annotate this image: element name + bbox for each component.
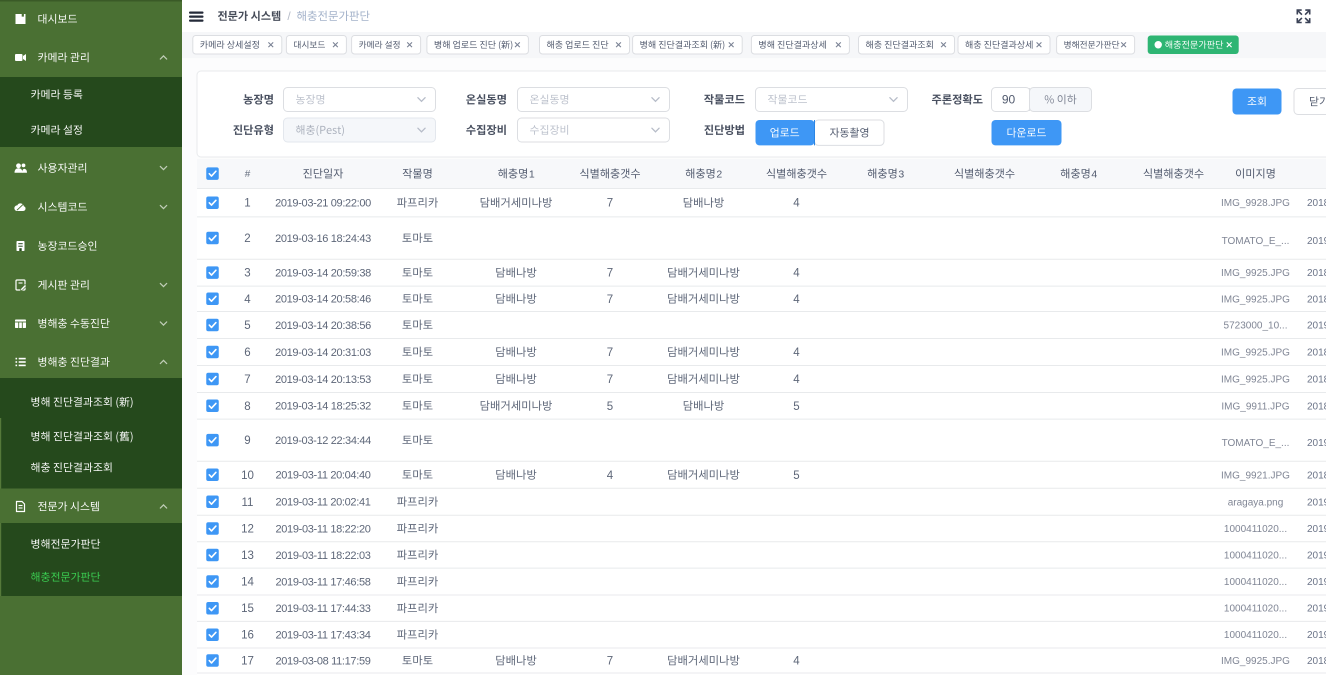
svg-text:2019: 2019 <box>1307 438 1326 449</box>
svg-text:2019: 2019 <box>1307 524 1326 535</box>
svg-text:IMG_9925.JPG: IMG_9925.JPG <box>1221 268 1290 279</box>
svg-text:5: 5 <box>793 470 799 482</box>
svg-text:4: 4 <box>1091 168 1097 180</box>
svg-text:2018: 2018 <box>1307 294 1326 305</box>
svg-text:IMG_9921.JPG: IMG_9921.JPG <box>1221 470 1290 481</box>
svg-text:2019-03-14 20:38:56: 2019-03-14 20:38:56 <box>275 320 371 332</box>
svg-text:4: 4 <box>793 374 800 386</box>
svg-text:2019: 2019 <box>1307 497 1326 508</box>
svg-text:1000411020...: 1000411020... <box>1224 630 1287 641</box>
svg-text:2018: 2018 <box>1307 401 1326 412</box>
svg-text:2019-03-14 20:13:53: 2019-03-14 20:13:53 <box>275 374 371 386</box>
svg-text:2019: 2019 <box>1307 630 1326 641</box>
svg-text:1000411020...: 1000411020... <box>1224 524 1287 535</box>
svg-text:1000411020...: 1000411020... <box>1224 577 1287 588</box>
svg-text:3: 3 <box>898 168 904 180</box>
svg-text:7: 7 <box>607 656 613 668</box>
svg-text:2019-03-11 17:46:58: 2019-03-11 17:46:58 <box>275 576 370 588</box>
svg-text:2018: 2018 <box>1307 268 1326 279</box>
svg-text:10: 10 <box>241 470 254 482</box>
svg-text:IMG_9925.JPG: IMG_9925.JPG <box>1221 375 1290 386</box>
svg-text:2019-03-21 09:22:00: 2019-03-21 09:22:00 <box>275 198 371 210</box>
svg-text:2019: 2019 <box>1307 604 1326 615</box>
svg-text:16: 16 <box>241 630 254 642</box>
svg-text:aragaya.png: aragaya.png <box>1228 497 1284 508</box>
svg-text:4: 4 <box>607 470 614 482</box>
svg-text:TOMATO_E_...: TOMATO_E_... <box>1222 236 1290 247</box>
svg-text:IMG_9928.JPG: IMG_9928.JPG <box>1221 198 1290 209</box>
svg-text:1000411020...: 1000411020... <box>1224 551 1287 562</box>
svg-text:2019-03-14 18:25:32: 2019-03-14 18:25:32 <box>275 401 371 413</box>
svg-text:2019-03-11 18:22:20: 2019-03-11 18:22:20 <box>275 523 370 535</box>
svg-text:2018: 2018 <box>1307 470 1326 481</box>
svg-text:7: 7 <box>607 347 613 359</box>
svg-text:4: 4 <box>793 294 800 306</box>
svg-text:11: 11 <box>242 497 254 509</box>
svg-text:2019: 2019 <box>1307 577 1326 588</box>
svg-text:2: 2 <box>244 233 250 245</box>
svg-text:7: 7 <box>607 374 613 386</box>
svg-text:2019-03-14 20:59:38: 2019-03-14 20:59:38 <box>275 268 371 280</box>
svg-text:13: 13 <box>241 550 254 562</box>
svg-text:4: 4 <box>793 656 800 668</box>
svg-text:9: 9 <box>244 435 250 447</box>
svg-text:3: 3 <box>244 268 250 280</box>
svg-text:1000411020...: 1000411020... <box>1224 604 1287 615</box>
svg-text:2019-03-11 17:43:34: 2019-03-11 17:43:34 <box>275 630 370 642</box>
svg-text:5: 5 <box>244 320 250 332</box>
svg-text:2019: 2019 <box>1307 551 1326 562</box>
svg-text:2019-03-14 20:58:46: 2019-03-14 20:58:46 <box>275 294 371 306</box>
svg-text:7: 7 <box>607 294 613 306</box>
svg-text:2018: 2018 <box>1307 348 1326 359</box>
svg-text:2018: 2018 <box>1307 656 1326 667</box>
svg-text:2019: 2019 <box>1307 236 1326 247</box>
svg-text:15: 15 <box>241 603 254 615</box>
svg-text:2019-03-11 20:04:40: 2019-03-11 20:04:40 <box>275 470 370 482</box>
svg-text:5: 5 <box>793 401 799 413</box>
svg-text:5: 5 <box>607 401 613 413</box>
svg-text:TOMATO_E_...: TOMATO_E_... <box>1222 438 1290 449</box>
svg-text:IMG_9911.JPG: IMG_9911.JPG <box>1221 401 1289 412</box>
svg-text:IMG_9925.JPG: IMG_9925.JPG <box>1221 656 1290 667</box>
svg-text:#: # <box>245 169 251 180</box>
svg-text:12: 12 <box>241 524 254 536</box>
svg-text:90: 90 <box>1002 93 1016 107</box>
svg-text:2019-03-16 18:24:43: 2019-03-16 18:24:43 <box>275 233 371 245</box>
svg-text:2019-03-08 11:17:59: 2019-03-08 11:17:59 <box>275 655 370 667</box>
svg-text:2018: 2018 <box>1307 198 1326 209</box>
svg-text:2: 2 <box>716 168 722 180</box>
svg-text:7: 7 <box>244 374 250 386</box>
svg-text:5723000_10...: 5723000_10... <box>1224 321 1288 332</box>
svg-text:7: 7 <box>607 198 613 210</box>
svg-text:14: 14 <box>241 577 254 589</box>
svg-text:2019-03-12 22:34:44: 2019-03-12 22:34:44 <box>275 435 371 447</box>
svg-text:4: 4 <box>793 198 800 210</box>
svg-text:4: 4 <box>244 294 251 306</box>
svg-text:2019-03-14 20:31:03: 2019-03-14 20:31:03 <box>275 347 371 359</box>
svg-text:IMG_9925.JPG: IMG_9925.JPG <box>1221 348 1290 359</box>
svg-text:2019-03-11 18:22:03: 2019-03-11 18:22:03 <box>275 550 370 562</box>
svg-text:4: 4 <box>793 347 800 359</box>
svg-text:4: 4 <box>793 268 800 280</box>
svg-text:2019: 2019 <box>1307 321 1326 332</box>
svg-text:6: 6 <box>244 347 250 359</box>
svg-text:2019-03-11 17:44:33: 2019-03-11 17:44:33 <box>275 603 370 615</box>
svg-text:7: 7 <box>607 268 613 280</box>
svg-text:17: 17 <box>241 656 254 668</box>
svg-text:1: 1 <box>244 198 250 210</box>
svg-text:2019-03-11 20:02:41: 2019-03-11 20:02:41 <box>275 497 370 509</box>
svg-text:IMG_9925.JPG: IMG_9925.JPG <box>1221 294 1290 305</box>
svg-text:8: 8 <box>244 401 250 413</box>
svg-text:2018: 2018 <box>1307 375 1326 386</box>
svg-text:1: 1 <box>529 168 535 180</box>
